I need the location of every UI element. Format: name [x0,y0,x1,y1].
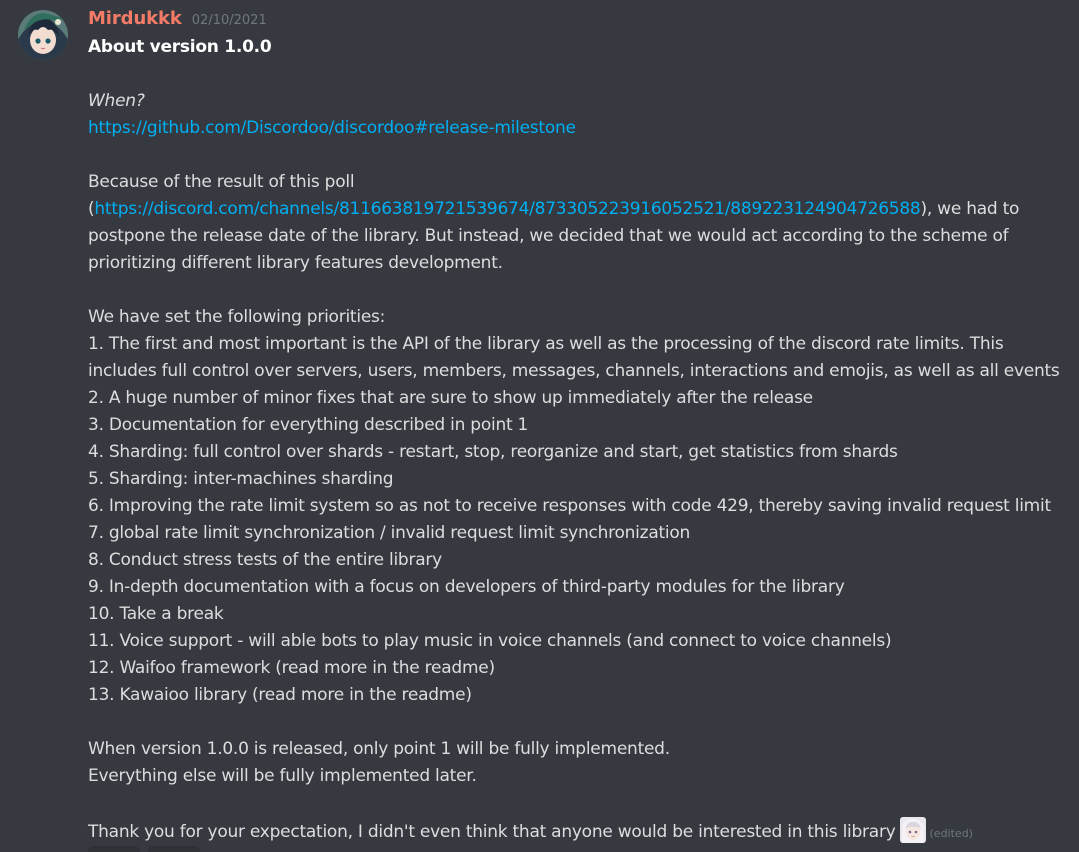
message-content: Mirdukkk 02/10/2021 About version 1.0.0 … [88,8,1073,844]
priority-12: 12. Waifoo framework (read more in the r… [88,658,495,678]
reaction-bar [88,846,200,852]
priority-10: 10. Take a break [88,604,224,624]
when-line: When? [88,91,145,111]
author-name[interactable]: Mirdukkk [88,8,182,29]
reaction-button[interactable] [88,846,140,852]
postpone-line: postpone the release date of the library… [88,226,1009,246]
priority-13: 13. Kawaioo library (read more in the re… [88,685,472,705]
message-header: Mirdukkk 02/10/2021 [88,8,1073,34]
priority-3: 3. Documentation for everything describe… [88,415,529,435]
message-title: About version 1.0.0 [88,37,272,57]
priorities-intro-line: We have set the following priorities: [88,307,386,327]
priority-9: 9. In-depth documentation with a focus o… [88,577,845,597]
later-note-line: Everything else will be fully implemente… [88,766,477,786]
poll-after-text: ), we had to [920,199,1020,219]
priority-5: 5. Sharding: inter-machines sharding [88,469,394,489]
priority-6: 6. Improving the rate limit system so as… [88,496,1051,516]
milestone-line: https://github.com/Discordoo/discordoo#r… [88,115,1073,142]
priority-4: 4. Sharding: full control over shards - … [88,442,898,462]
prioritizing-line: prioritizing different library features … [88,253,503,273]
anime-girl-emoji-icon[interactable] [899,817,926,843]
edited-label: (edited) [929,827,973,840]
release-note-line: When version 1.0.0 is released, only poi… [88,739,670,759]
message-timestamp[interactable]: 02/10/2021 [192,13,267,28]
avatar-image [18,10,68,60]
thanks-text: Thank you for your expectation, I didn't… [88,822,896,842]
priority-8: 8. Conduct stress tests of the entire li… [88,550,442,570]
priority-11: 11. Voice support - will able bots to pl… [88,631,892,651]
priority-2: 2. A huge number of minor fixes that are… [88,388,813,408]
chat-message: Mirdukkk 02/10/2021 About version 1.0.0 … [0,0,1079,852]
priority-1b: includes full control over servers, user… [88,361,1060,381]
reaction-button[interactable] [148,846,200,852]
priority-1a: 1. The first and most important is the A… [88,334,1004,354]
user-avatar[interactable] [18,10,68,60]
message-body: About version 1.0.0 When? https://github… [88,34,1073,844]
milestone-link[interactable]: https://github.com/Discordoo/discordoo#r… [88,118,576,138]
thanks-line: Thank you for your expectation, I didn't… [88,817,1073,844]
poll-link[interactable]: https://discord.com/channels/81166381972… [94,199,920,219]
poll-link-line: (https://discord.com/channels/8116638197… [88,196,1073,223]
poll-intro-line: Because of the result of this poll [88,172,355,192]
emoji-image [899,817,926,843]
priority-7: 7. global rate limit synchronization / i… [88,523,691,543]
